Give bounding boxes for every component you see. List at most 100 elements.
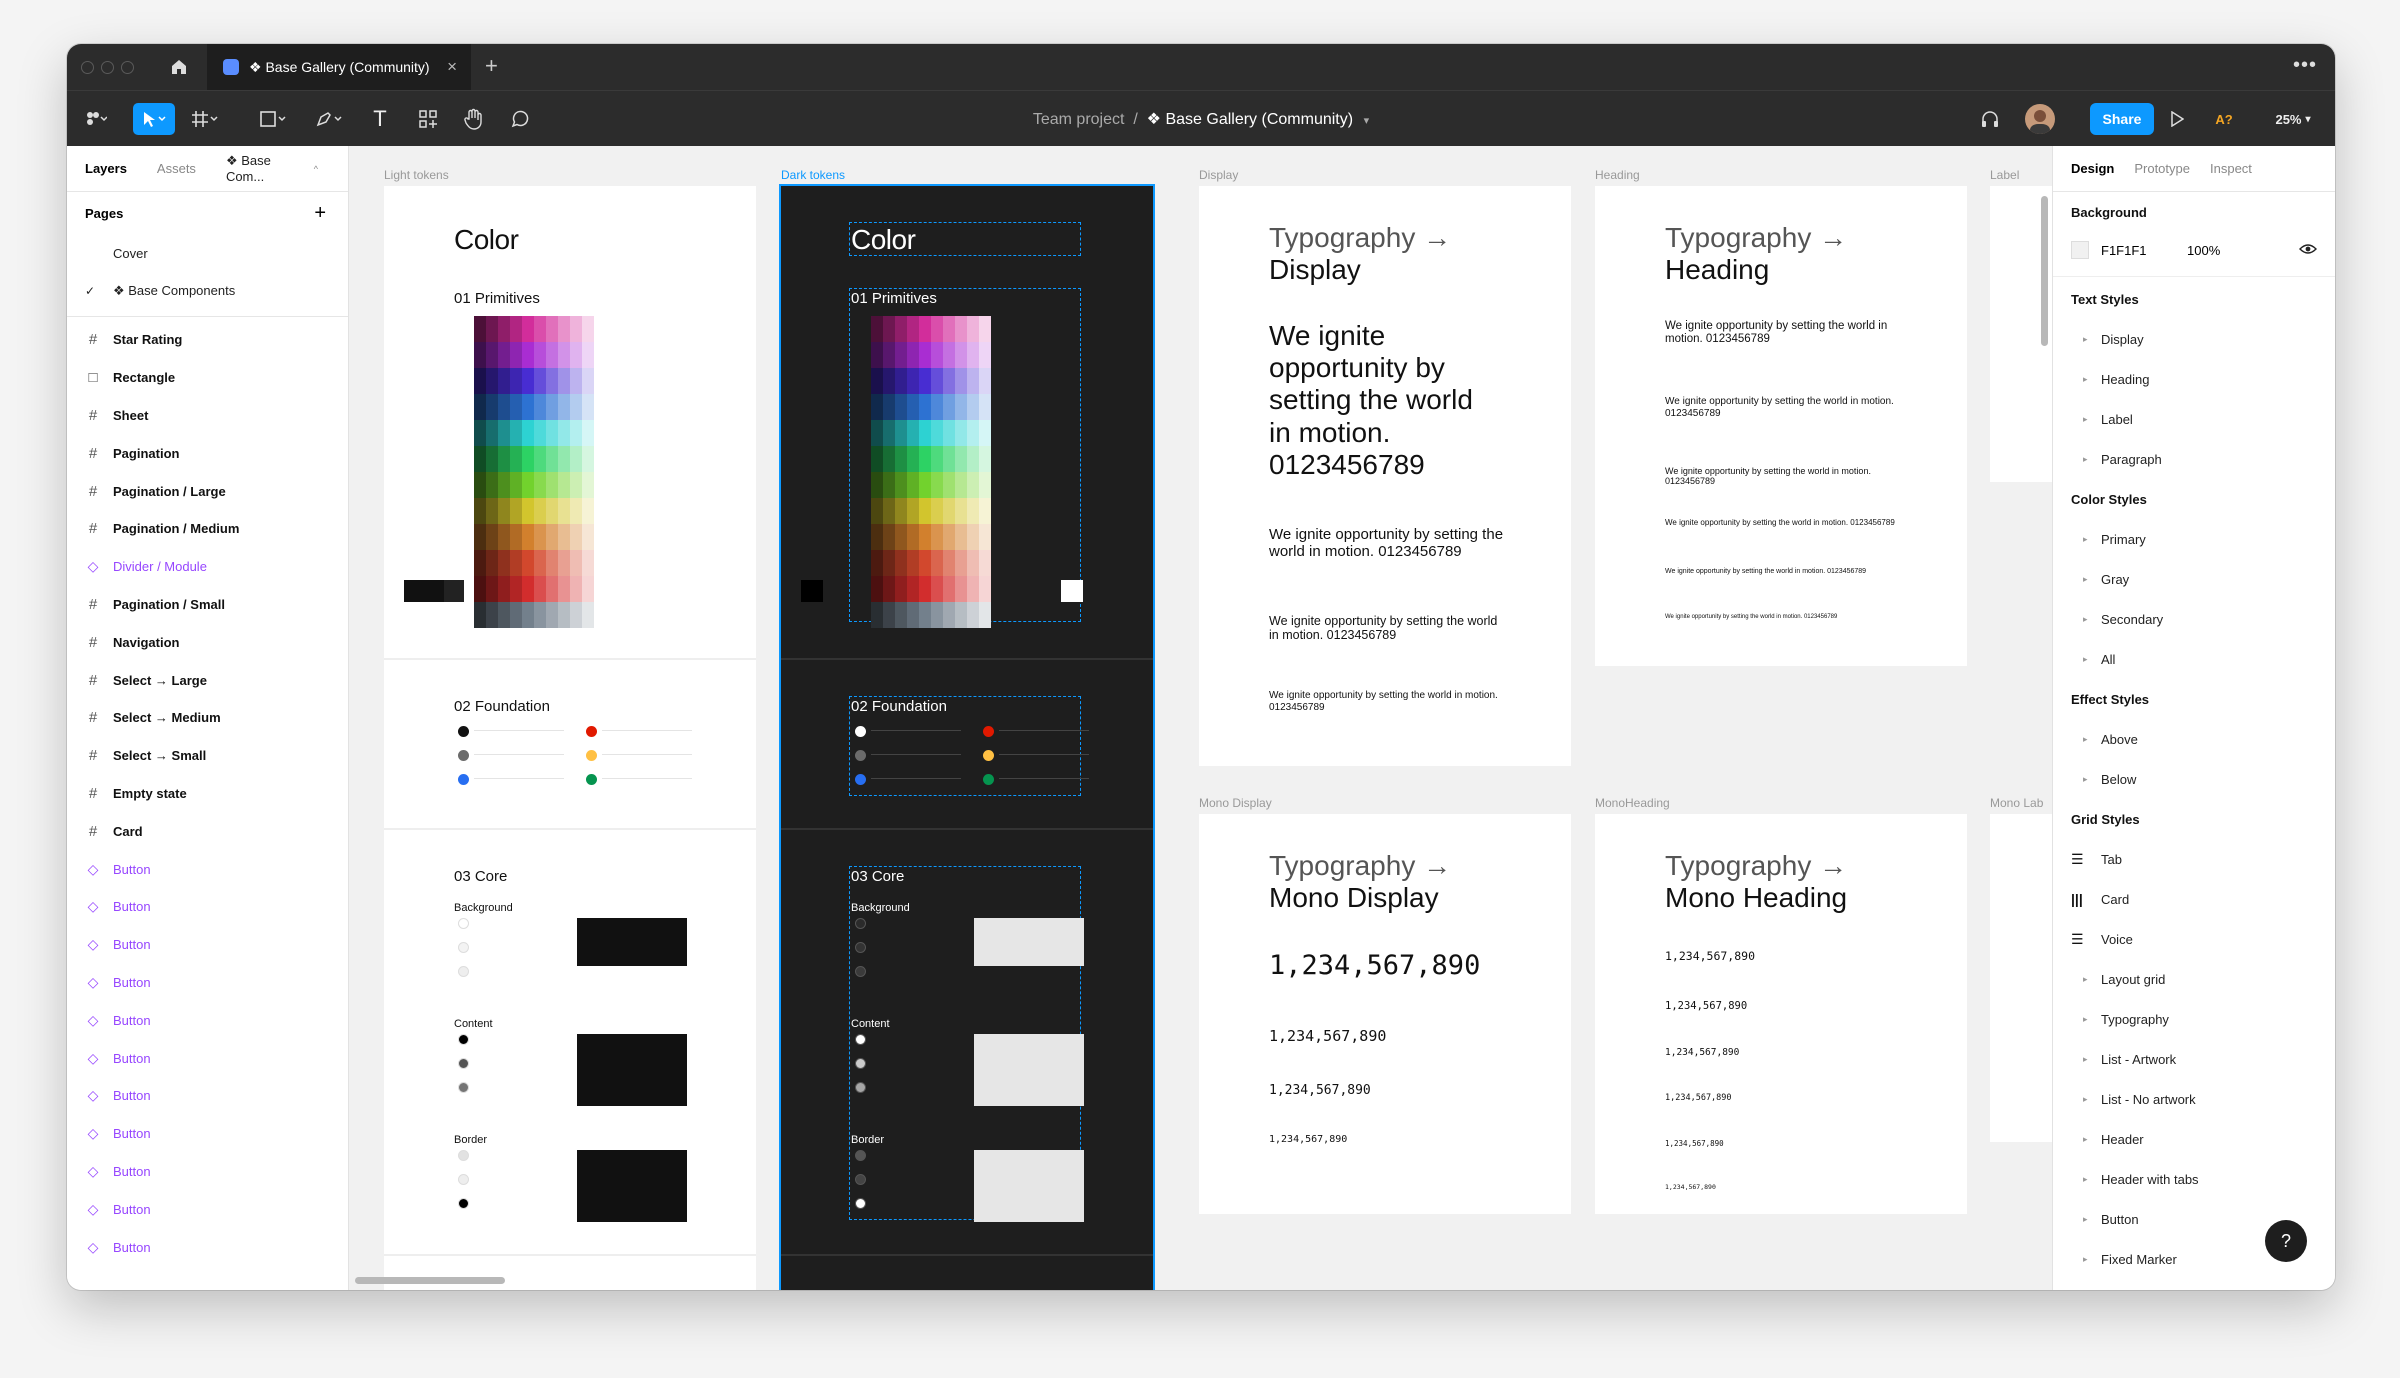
caret-right-icon[interactable]: ▸ — [2083, 774, 2101, 785]
mono-heading-frame[interactable]: Typography → Mono Heading 1,234,567,890 … — [1595, 814, 1967, 1214]
mono-display-frame[interactable]: Typography → Mono Display 1,234,567,890 … — [1199, 814, 1571, 1214]
text-style-item[interactable]: ▸ Label — [2053, 399, 2335, 439]
effect-style-item[interactable]: ▸ Above — [2053, 719, 2335, 759]
close-window-button[interactable] — [81, 61, 94, 74]
grid-style-item[interactable]: ▸ Layout grid — [2053, 959, 2335, 999]
layer-item[interactable]: ◇ Button — [67, 1190, 348, 1228]
layer-item[interactable]: ◇ Button — [67, 1115, 348, 1153]
headphones-icon[interactable] — [1975, 103, 2005, 135]
layer-item[interactable]: ◇ Divider / Module — [67, 548, 348, 586]
grid-style-item[interactable]: ▸ List - No artwork — [2053, 1079, 2335, 1119]
horizontal-scrollbar[interactable] — [355, 1277, 505, 1284]
breadcrumb-team[interactable]: Team project — [1033, 111, 1125, 128]
color-style-item[interactable]: ▸ All — [2053, 639, 2335, 679]
text-style-item[interactable]: ▸ Heading — [2053, 359, 2335, 399]
grid-style-item[interactable]: ▸ Header — [2053, 1119, 2335, 1159]
layer-item[interactable]: # Pagination / Large — [67, 472, 348, 510]
chevron-down-icon[interactable]: ▾ — [1358, 115, 1370, 127]
layer-item[interactable]: # Pagination — [67, 434, 348, 472]
grid-style-item[interactable]: ☰ Tab — [2053, 839, 2335, 879]
tab-assets[interactable]: Assets — [157, 161, 196, 176]
layer-item[interactable]: ◇ Button — [67, 926, 348, 964]
tab-library[interactable]: ❖ Base Com... — [226, 153, 310, 184]
heading-frame[interactable]: Typography → Heading We ignite opportuni… — [1595, 186, 1967, 666]
caret-right-icon[interactable]: ▸ — [2083, 1094, 2101, 1105]
frame-label-mono-label[interactable]: Mono Lab — [1990, 796, 2043, 810]
caret-right-icon[interactable]: ▸ — [2083, 574, 2101, 585]
layer-item[interactable]: # Sheet — [67, 397, 348, 435]
frame-label-mono-heading[interactable]: MonoHeading — [1595, 796, 1670, 810]
display-frame[interactable]: Typography → Display We ignite opportuni… — [1199, 186, 1571, 766]
background-opacity[interactable]: 100% — [2187, 243, 2299, 258]
layer-item[interactable]: ◇ Button — [67, 1001, 348, 1039]
color-style-item[interactable]: ▸ Primary — [2053, 519, 2335, 559]
caret-right-icon[interactable]: ▸ — [2083, 654, 2101, 665]
background-fill-row[interactable]: F1F1F1 100% — [2053, 232, 2335, 268]
frame-label-dark-tokens[interactable]: Dark tokens — [781, 168, 845, 182]
layer-item[interactable]: □ Rectangle — [67, 359, 348, 397]
text-style-item[interactable]: ▸ Display — [2053, 319, 2335, 359]
caret-right-icon[interactable]: ▸ — [2083, 1254, 2101, 1265]
chevron-up-icon[interactable]: ^ — [314, 164, 318, 174]
present-play-icon[interactable] — [2165, 103, 2189, 135]
vertical-scrollbar[interactable] — [2041, 196, 2048, 346]
frame-label-display[interactable]: Display — [1199, 168, 1238, 182]
grid-style-item[interactable]: ▸ List - Artwork — [2053, 1039, 2335, 1079]
grid-style-item[interactable]: ▸ Typography — [2053, 999, 2335, 1039]
caret-right-icon[interactable]: ▸ — [2083, 454, 2101, 465]
caret-right-icon[interactable]: ▸ — [2083, 974, 2101, 985]
caret-right-icon[interactable]: ▸ — [2083, 534, 2101, 545]
layer-item[interactable]: ◇ Button — [67, 850, 348, 888]
tab-design[interactable]: Design — [2071, 161, 2114, 176]
close-tab-icon[interactable]: × — [447, 57, 457, 77]
zoom-menu[interactable]: 25% ▾ — [2265, 103, 2321, 135]
frame-label-label[interactable]: Label — [1990, 168, 2019, 182]
layer-item[interactable]: # Navigation — [67, 623, 348, 661]
minimize-window-button[interactable] — [101, 61, 114, 74]
caret-right-icon[interactable]: ▸ — [2083, 334, 2101, 345]
text-style-item[interactable]: ▸ Paragraph — [2053, 439, 2335, 479]
background-color-swatch[interactable] — [2071, 241, 2089, 259]
caret-right-icon[interactable]: ▸ — [2083, 614, 2101, 625]
more-menu-icon[interactable]: ••• — [2293, 54, 2317, 77]
grid-style-item[interactable]: ▸ Header with tabs — [2053, 1159, 2335, 1199]
layer-item[interactable]: # Select → Large — [67, 661, 348, 699]
file-tab[interactable]: ❖ Base Gallery (Community) × — [207, 44, 471, 90]
layer-item[interactable]: # Select → Small — [67, 737, 348, 775]
dark-tokens-frame[interactable]: Color 01 Primitives 02 Foundation 03 Cor… — [779, 184, 1155, 1290]
caret-right-icon[interactable]: ▸ — [2083, 414, 2101, 425]
frame-label-heading[interactable]: Heading — [1595, 168, 1640, 182]
layer-item[interactable]: # Select → Medium — [67, 699, 348, 737]
avatar[interactable] — [2025, 104, 2055, 134]
layer-item[interactable]: # Pagination / Medium — [67, 510, 348, 548]
layer-item[interactable]: ◇ Button — [67, 888, 348, 926]
layer-item[interactable]: # Pagination / Small — [67, 586, 348, 624]
caret-right-icon[interactable]: ▸ — [2083, 1174, 2101, 1185]
caret-right-icon[interactable]: ▸ — [2083, 1014, 2101, 1025]
caret-right-icon[interactable]: ▸ — [2083, 374, 2101, 385]
canvas[interactable]: Light tokens Dark tokens Display Heading… — [349, 146, 2054, 1290]
layer-item[interactable]: ◇ Button — [67, 1077, 348, 1115]
caret-right-icon[interactable]: ▸ — [2083, 1134, 2101, 1145]
layer-item[interactable]: ◇ Button — [67, 1039, 348, 1077]
new-tab-button[interactable]: + — [485, 53, 498, 79]
mono-label-frame[interactable] — [1990, 814, 2054, 1142]
grid-style-item[interactable]: ☰ Voice — [2053, 919, 2335, 959]
eye-icon[interactable] — [2299, 243, 2317, 258]
color-style-item[interactable]: ▸ Gray — [2053, 559, 2335, 599]
light-tokens-frame[interactable]: Color 01 Primitives 02 Foundation 03 Cor… — [384, 186, 756, 1290]
home-icon[interactable] — [169, 57, 189, 77]
color-style-item[interactable]: ▸ Secondary — [2053, 599, 2335, 639]
caret-right-icon[interactable]: ▸ — [2083, 1214, 2101, 1225]
effect-style-item[interactable]: ▸ Below — [2053, 759, 2335, 799]
share-button[interactable]: Share — [2090, 103, 2154, 135]
frame-label-mono-display[interactable]: Mono Display — [1199, 796, 1272, 810]
layer-item[interactable]: ◇ Button — [67, 1153, 348, 1191]
caret-right-icon[interactable]: ▸ — [2083, 1054, 2101, 1065]
layer-item[interactable]: ◇ Button — [67, 964, 348, 1002]
page-item-cover[interactable]: Cover — [67, 234, 348, 272]
help-button[interactable]: ? — [2265, 1220, 2307, 1262]
layer-item[interactable]: # Empty state — [67, 775, 348, 813]
breadcrumb-file[interactable]: ❖ Base Gallery (Community) — [1147, 111, 1353, 128]
frame-label-light-tokens[interactable]: Light tokens — [384, 168, 449, 182]
